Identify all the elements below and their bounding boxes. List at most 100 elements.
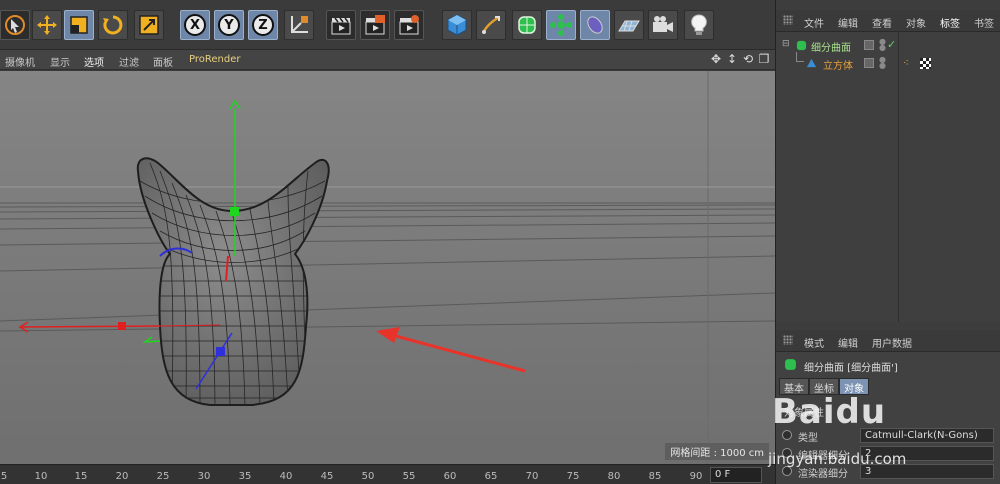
render-subdivision-field[interactable]: 3 [860, 464, 994, 479]
render-settings-icon [399, 15, 419, 35]
viewport-scene [0, 71, 775, 464]
current-frame-field[interactable]: 0 F [710, 467, 762, 483]
camera-icon [653, 16, 673, 32]
timeline-tick: 60 [443, 471, 457, 482]
visibility-dots-icon[interactable]: ● ● [879, 56, 887, 70]
property-label: 类型 [798, 433, 818, 444]
y-axis-lock-button[interactable]: Y [214, 10, 244, 40]
perspective-viewport[interactable]: 网格间距 : 1000 cm [0, 71, 775, 464]
timeline-tick: 20 [115, 471, 129, 482]
rotate-tool-button[interactable] [98, 10, 128, 40]
phong-tag-icon[interactable]: ⁖ [903, 58, 909, 69]
property-row-render-subdivision: 渲染器细分 3 [782, 464, 998, 480]
layer-checkbox[interactable] [864, 58, 874, 68]
viewport-menu-panel[interactable]: 面板 [153, 54, 173, 69]
z-axis-icon: Z [252, 14, 274, 36]
animate-radio[interactable] [782, 466, 792, 476]
clapper-icon [331, 17, 351, 35]
orbit-icon[interactable]: ⟲ [741, 52, 755, 66]
layer-checkbox[interactable] [864, 40, 874, 50]
visibility-dots-icon[interactable]: ● ● [879, 38, 887, 52]
viewport-menu-camera[interactable]: 摄像机 [5, 54, 35, 69]
timeline-tick: 40 [279, 471, 293, 482]
om-menu-tags[interactable]: 标签 [940, 15, 960, 30]
light-object-button[interactable] [684, 10, 714, 40]
am-menu-edit[interactable]: 编辑 [838, 335, 858, 350]
timeline-tick: 55 [402, 471, 416, 482]
move-tool-button[interactable] [32, 10, 62, 40]
x-axis-icon: X [184, 14, 206, 36]
pen-spline-button[interactable] [476, 10, 506, 40]
editor-subdivision-field[interactable]: 2 [860, 446, 994, 461]
render-settings-button[interactable] [394, 10, 424, 40]
timeline-tick: 90 [689, 471, 703, 482]
material-tag-icon[interactable] [920, 58, 931, 69]
tab-object[interactable]: 对象 [839, 378, 869, 395]
pen-icon [481, 15, 500, 34]
tree-collapse-icon[interactable]: ⊟ [782, 39, 790, 49]
move-icon [37, 15, 57, 35]
render-view-button[interactable] [326, 10, 356, 40]
object-list: ⊟ 细分曲面 ● ● ✓ 立方体 ● ● ⁖ [776, 32, 1000, 322]
object-name[interactable]: 细分曲面 [811, 39, 851, 54]
main-toolbar: X Y Z [0, 0, 775, 50]
column-divider [898, 32, 899, 322]
om-menu-file[interactable]: 文件 [804, 15, 824, 30]
camera-object-button[interactable] [648, 10, 678, 40]
property-row-type: 类型 Catmull-Clark(N-Gons) [782, 428, 998, 444]
z-axis-lock-button[interactable]: Z [248, 10, 278, 40]
cube-primitive-icon [806, 58, 817, 68]
viewport-menu-bar: 摄像机 显示 选项 过滤 面板 ProRender ✥ ↕ ⟲ ❐ [0, 50, 775, 70]
last-tool-button[interactable] [134, 10, 164, 40]
bend-deformer-icon [587, 16, 603, 34]
viewport-menu-display[interactable]: 显示 [50, 54, 70, 69]
timeline-tick: 75 [566, 471, 580, 482]
timeline-tick: 65 [484, 471, 498, 482]
deformer-button[interactable] [580, 10, 610, 40]
animate-radio[interactable] [782, 448, 792, 458]
transform-icon [139, 15, 159, 35]
viewport-menu-options[interactable]: 选项 [84, 54, 104, 69]
animate-radio[interactable] [782, 430, 792, 440]
panel-grip-icon[interactable] [783, 15, 793, 25]
property-label: 编辑器细分 [798, 451, 848, 462]
list-item[interactable]: ⊟ 细分曲面 ● ● ✓ [776, 37, 1000, 55]
panel-grip-icon[interactable] [783, 335, 793, 345]
enabled-check-icon[interactable]: ✓ [887, 38, 896, 51]
grid-spacing-label: 网格间距 : 1000 cm [665, 443, 769, 460]
pan-icon[interactable]: ✥ [709, 52, 723, 66]
x-axis-lock-button[interactable]: X [180, 10, 210, 40]
cloner-button[interactable] [546, 10, 576, 40]
am-menu-mode[interactable]: 模式 [804, 335, 824, 350]
timeline-ruler[interactable]: 5 10 15 20 25 30 35 40 45 50 55 60 65 70… [0, 464, 775, 484]
object-name[interactable]: 立方体 [823, 57, 853, 72]
timeline-tick: 5 [0, 471, 8, 482]
om-menu-bookmarks[interactable]: 书签 [974, 15, 994, 30]
timeline-tick: 30 [197, 471, 211, 482]
timeline-tick: 10 [34, 471, 48, 482]
cursor-icon [5, 15, 25, 35]
viewport-menu-filter[interactable]: 过滤 [119, 54, 139, 69]
viewport-navigation: ✥ ↕ ⟲ ❐ [709, 52, 771, 66]
subdivision-icon [518, 16, 536, 34]
mograph-icon [550, 14, 572, 36]
dolly-icon[interactable]: ↕ [725, 52, 739, 66]
list-item[interactable]: 立方体 ● ● ⁖ [776, 52, 1000, 73]
render-picture-viewer-button[interactable] [360, 10, 390, 40]
timeline-tick: 70 [525, 471, 539, 482]
tab-coordinates[interactable]: 坐标 [809, 378, 839, 395]
subdivision-surface-button[interactable] [512, 10, 542, 40]
scale-tool-button[interactable] [64, 10, 94, 40]
am-menu-user-data[interactable]: 用户数据 [872, 335, 912, 350]
type-dropdown[interactable]: Catmull-Clark(N-Gons) [860, 428, 994, 443]
maximize-view-icon[interactable]: ❐ [757, 52, 771, 66]
om-menu-edit[interactable]: 编辑 [838, 15, 858, 30]
cube-object-button[interactable] [442, 10, 472, 40]
coordinate-system-button[interactable] [284, 10, 314, 40]
floor-object-button[interactable] [614, 10, 644, 40]
tab-basic[interactable]: 基本 [779, 378, 809, 395]
viewport-menu-prorender[interactable]: ProRender [189, 54, 240, 65]
om-menu-objects[interactable]: 对象 [906, 15, 926, 30]
undo-tool-button[interactable] [0, 10, 30, 40]
om-menu-view[interactable]: 查看 [872, 15, 892, 30]
